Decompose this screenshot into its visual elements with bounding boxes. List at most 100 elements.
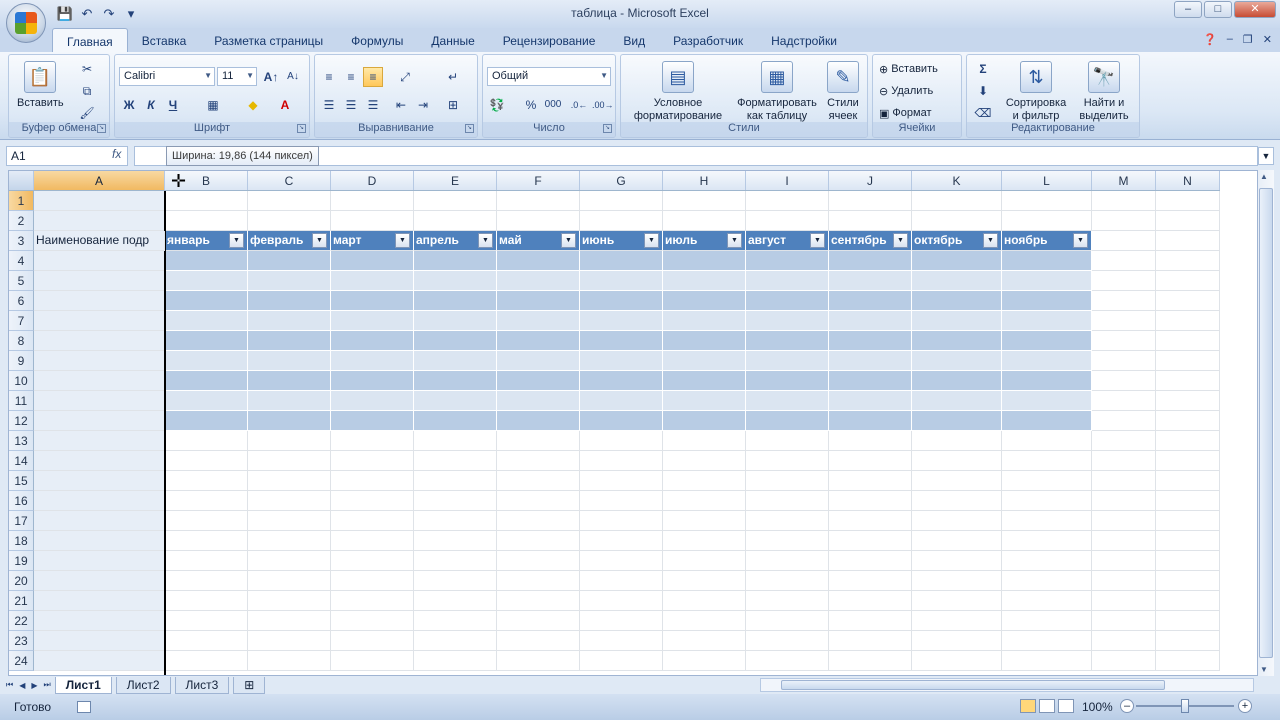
grid-cell[interactable] [1156,311,1220,331]
grid-cell[interactable] [663,551,746,571]
grid-cell[interactable] [34,391,165,411]
grid-cell[interactable] [165,411,248,431]
grid-cell[interactable] [663,651,746,671]
grid-cell[interactable] [414,611,497,631]
grid-cell[interactable] [1092,651,1156,671]
grid-cell[interactable] [829,411,912,431]
fill-icon[interactable]: ⬇ [973,81,993,101]
grid-cell[interactable] [580,391,663,411]
grid-cell[interactable] [1156,271,1220,291]
grid-cell[interactable] [1092,391,1156,411]
filter-dropdown-icon[interactable]: ▼ [312,233,327,248]
grid-cell[interactable] [1092,271,1156,291]
grid-cell[interactable] [580,551,663,571]
grid-cell[interactable] [497,331,580,351]
table-header-cell[interactable]: май ▼ [497,231,580,251]
grid-cell[interactable] [829,331,912,351]
column-header-g[interactable]: G [580,171,663,190]
grid-cell[interactable] [497,631,580,651]
grow-font-icon[interactable]: A↑ [261,67,281,87]
grid-cell[interactable] [331,431,414,451]
grid-cell[interactable] [497,591,580,611]
grid-cell[interactable] [248,471,331,491]
row-header[interactable]: 15 [9,471,34,491]
currency-icon[interactable]: 💱 [487,95,507,115]
grid-cell[interactable] [248,391,331,411]
grid-cell[interactable] [331,271,414,291]
grid-cell[interactable] [663,611,746,631]
grid-cell[interactable] [248,351,331,371]
column-header-k[interactable]: K [912,171,1002,190]
grid-cell[interactable] [1002,431,1092,451]
scroll-up-icon[interactable]: ▲ [1260,172,1268,181]
grid-cell[interactable] [1002,591,1092,611]
grid-cell[interactable] [580,651,663,671]
grid-cell[interactable] [912,351,1002,371]
grid-cell[interactable] [912,611,1002,631]
tab-addins[interactable]: Надстройки [757,28,851,52]
tab-review[interactable]: Рецензирование [489,28,610,52]
grid-cell[interactable] [912,191,1002,211]
grid-cell[interactable] [497,571,580,591]
sheet-tab-3[interactable]: Лист3 [174,676,230,694]
grid-cell[interactable] [248,331,331,351]
grid-cell[interactable] [414,191,497,211]
grid-cell[interactable] [1092,451,1156,471]
grid-cell[interactable] [1156,431,1220,451]
grid-cell[interactable] [580,611,663,631]
grid-cell[interactable] [580,451,663,471]
column-header-m[interactable]: M [1092,171,1156,190]
grid-cell[interactable] [663,491,746,511]
grid-cell[interactable] [248,531,331,551]
grid-cell[interactable] [34,271,165,291]
font-name-combo[interactable]: Calibri ▼ [119,67,215,86]
grid-cell[interactable] [829,211,912,231]
last-sheet-icon[interactable]: ⏭ [44,680,51,690]
grid-cell[interactable] [34,531,165,551]
prev-sheet-icon[interactable]: ◀ [19,681,25,690]
grid-cell[interactable] [580,211,663,231]
filter-dropdown-icon[interactable]: ▼ [1073,233,1088,248]
grid-cell[interactable] [912,471,1002,491]
table-header-cell[interactable]: июль ▼ [663,231,746,251]
grid-cell[interactable] [497,371,580,391]
grid-cell[interactable] [1156,451,1220,471]
grid-cell[interactable] [331,551,414,571]
row-header[interactable]: 6 [9,291,34,311]
grid-cell[interactable] [1156,371,1220,391]
grid-cell[interactable] [165,631,248,651]
increase-indent-icon[interactable]: ⇥ [413,95,433,115]
grid-cell[interactable] [580,251,663,271]
vertical-scrollbar[interactable]: ▲ ▼ [1258,170,1274,676]
grid-cell[interactable] [1156,551,1220,571]
grid-cell[interactable] [746,311,829,331]
grid-cell[interactable] [912,651,1002,671]
grid-cell[interactable] [1092,351,1156,371]
grid-cell[interactable] [248,571,331,591]
grid-cell[interactable] [912,571,1002,591]
grid-cell[interactable] [580,591,663,611]
grid-cell[interactable] [34,611,165,631]
conditional-formatting-button[interactable]: ▤ Условное форматирование [625,61,731,123]
row-header[interactable]: 20 [9,571,34,591]
grid-cell[interactable] [663,251,746,271]
grid-cell[interactable] [580,411,663,431]
grid-cell[interactable] [1002,611,1092,631]
grid-cell[interactable] [1092,591,1156,611]
grid-cell[interactable] [248,551,331,571]
grid-cell[interactable] [414,271,497,291]
grid-cell[interactable] [663,211,746,231]
grid-cell[interactable] [912,551,1002,571]
grid-cell[interactable] [663,291,746,311]
grid-cell[interactable] [34,251,165,271]
doc-minimize-button[interactable]: – [1227,33,1233,46]
column-header-e[interactable]: E [414,171,497,190]
grid-cell[interactable] [663,371,746,391]
grid-cell[interactable] [663,471,746,491]
row-header[interactable]: 8 [9,331,34,351]
bold-button[interactable]: Ж [119,95,139,115]
grid-cell[interactable] [497,271,580,291]
grid-cell[interactable] [829,351,912,371]
grid-cell[interactable] [912,291,1002,311]
grid-cell[interactable] [331,591,414,611]
